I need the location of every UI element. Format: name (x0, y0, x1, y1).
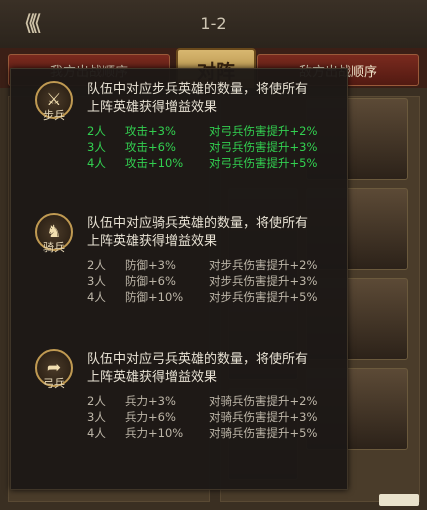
count-text: 3人 (87, 274, 106, 288)
count-text: 4人 (87, 290, 106, 304)
list-item: 3人 防御+6% 对步兵伤害提升+3% (87, 273, 347, 289)
archer-desc-line1: 队伍中对应弓兵英雄的数量，将使所有 (87, 352, 309, 367)
count-text: 3人 (87, 140, 106, 154)
watermark-logo (379, 494, 419, 506)
count-text: 4人 (87, 426, 106, 440)
count-text: 3人 (87, 410, 106, 424)
level-title: 1-2 (200, 14, 227, 33)
list-item: 4人 防御+10% 对步兵伤害提升+5% (87, 289, 347, 305)
list-item: 3人 兵力+6% 对骑兵伤害提升+3% (87, 409, 347, 425)
effect-text: 对弓兵伤害提升+3% (209, 140, 318, 154)
infantry-desc-line1: 队伍中对应步兵英雄的数量，将使所有 (87, 82, 309, 97)
infantry-desc-line2: 上阵英雄获得增益效果 (87, 100, 218, 115)
stat-text: 攻击+10% (125, 156, 184, 170)
top-bar: ⟪⟪ 1-2 (0, 0, 427, 49)
effect-text: 对步兵伤害提升+2% (209, 258, 318, 272)
stat-text: 防御+6% (125, 274, 176, 288)
effect-text: 对弓兵伤害提升+2% (209, 124, 318, 138)
effect-text: 对骑兵伤害提升+5% (209, 426, 318, 440)
stat-text: 攻击+6% (125, 140, 176, 154)
stat-text: 兵力+3% (125, 394, 176, 408)
list-item: 4人 攻击+10% 对弓兵伤害提升+5% (87, 155, 347, 171)
list-item: 2人 防御+3% 对步兵伤害提升+2% (87, 257, 347, 273)
cavalry-desc-line1: 队伍中对应骑兵英雄的数量，将使所有 (87, 216, 309, 231)
cavalry-label: 骑兵 (43, 241, 65, 254)
stat-text: 兵力+6% (125, 410, 176, 424)
effect-text: 对步兵伤害提升+3% (209, 274, 318, 288)
count-text: 4人 (87, 156, 106, 170)
count-text: 2人 (87, 258, 106, 272)
list-item: 4人 兵力+10% 对骑兵伤害提升+5% (87, 425, 347, 441)
list-item: 3人 攻击+6% 对弓兵伤害提升+3% (87, 139, 347, 155)
list-item: 2人 攻击+3% 对弓兵伤害提升+2% (87, 123, 347, 139)
list-item: 2人 兵力+3% 对骑兵伤害提升+2% (87, 393, 347, 409)
stat-text: 兵力+10% (125, 426, 184, 440)
effect-text: 对骑兵伤害提升+2% (209, 394, 318, 408)
archer-desc-line2: 上阵英雄获得增益效果 (87, 370, 218, 385)
effect-text: 对弓兵伤害提升+5% (209, 156, 318, 170)
stat-text: 防御+3% (125, 258, 176, 272)
stat-text: 防御+10% (125, 290, 184, 304)
cavalry-desc-line2: 上阵英雄获得增益效果 (87, 234, 218, 249)
count-text: 2人 (87, 394, 106, 408)
effect-text: 对骑兵伤害提升+3% (209, 410, 318, 424)
troop-bonus-tooltip: ⚔ 步兵 队伍中对应步兵英雄的数量，将使所有 上阵英雄获得增益效果 2人 攻击+… (10, 68, 348, 490)
infantry-label: 步兵 (43, 109, 65, 122)
effect-text: 对步兵伤害提升+5% (209, 290, 318, 304)
count-text: 2人 (87, 124, 106, 138)
stat-text: 攻击+3% (125, 124, 176, 138)
archer-label: 弓兵 (43, 377, 65, 390)
